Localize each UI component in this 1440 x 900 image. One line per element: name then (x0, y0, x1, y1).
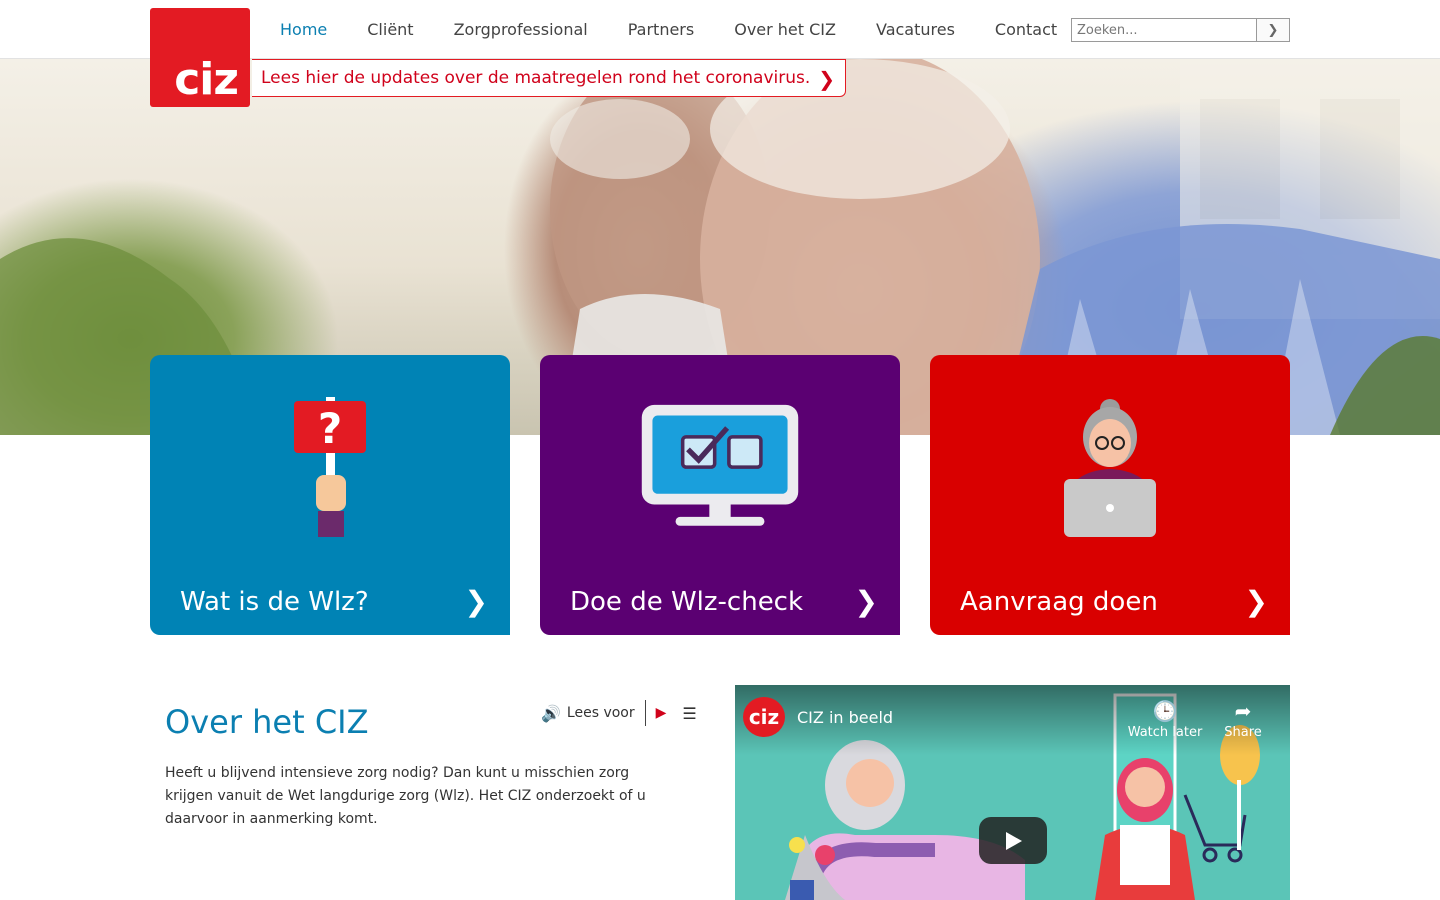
tile-label: Aanvraag doen (960, 587, 1158, 617)
chevron-right-icon: ❯ (854, 585, 878, 618)
tile-aanvraag-doen[interactable]: Aanvraag doen ❯ (930, 355, 1290, 635)
logo-text: ciz (174, 54, 239, 105)
woman-laptop-icon (1064, 399, 1156, 537)
channel-avatar[interactable]: ciz (743, 697, 785, 737)
tile-label: Wat is de Wlz? (180, 587, 369, 617)
corona-update-banner[interactable]: Lees hier de updates over de maatregelen… (252, 59, 846, 97)
nav-item-partners[interactable]: Partners (608, 20, 714, 39)
corona-banner-text: Lees hier de updates over de maatregelen… (261, 68, 811, 88)
play-icon[interactable]: ▶ (656, 705, 667, 721)
question-sign-icon: ? (294, 397, 366, 537)
search-box: ❯ (1071, 18, 1290, 42)
share-button[interactable]: ➦ Share (1213, 699, 1273, 740)
ciz-logo[interactable]: ciz (150, 8, 250, 107)
video-title[interactable]: CIZ in beeld (797, 708, 893, 727)
nav-item-zorgprofessional[interactable]: Zorgprofessional (434, 20, 608, 39)
watch-later-label: Watch later (1127, 725, 1203, 740)
search-input[interactable] (1072, 19, 1256, 41)
nav-item-client[interactable]: Cliënt (347, 20, 433, 39)
about-body-text: Heeft u blijvend intensieve zorg nodig? … (165, 765, 646, 827)
chevron-right-icon: ❯ (818, 67, 835, 91)
toolbar-divider (644, 700, 646, 726)
nav-item-vacatures[interactable]: Vacatures (856, 20, 975, 39)
video-player[interactable]: ciz CIZ in beeld 🕒 Watch later ➦ Share (735, 685, 1290, 900)
chevron-right-icon: ❯ (1244, 585, 1268, 618)
watch-later-button[interactable]: 🕒 Watch later (1125, 699, 1205, 740)
monitor-checklist-icon (641, 404, 799, 526)
nav-item-home[interactable]: Home (260, 20, 347, 39)
share-label: Share (1224, 725, 1262, 740)
svg-text:?: ? (318, 404, 342, 453)
video-play-button[interactable] (979, 817, 1047, 864)
main-nav: Home Cliënt Zorgprofessional Partners Ov… (260, 0, 1077, 59)
read-aloud-button[interactable]: Lees voor (567, 705, 635, 721)
clock-icon: 🕒 (1152, 699, 1178, 723)
about-title: Over het CIZ (165, 703, 369, 741)
chevron-right-icon: ❯ (1267, 22, 1279, 38)
search-submit-button[interactable]: ❯ (1256, 19, 1289, 41)
tile-doe-de-wlz-check[interactable]: Doe de Wlz-check ❯ (540, 355, 900, 635)
tile-wat-is-de-wlz[interactable]: ? Wat is de Wlz? ❯ (150, 355, 510, 635)
menu-icon[interactable]: ☰ (682, 704, 696, 723)
tile-label: Doe de Wlz-check (570, 587, 804, 617)
share-icon: ➦ (1234, 699, 1252, 723)
speaker-icon[interactable]: 🔊 (541, 704, 561, 723)
nav-item-over-het-ciz[interactable]: Over het CIZ (714, 20, 856, 39)
play-icon (1006, 831, 1022, 850)
chevron-right-icon: ❯ (464, 585, 488, 618)
nav-item-contact[interactable]: Contact (975, 20, 1077, 39)
read-aloud-toolbar: 🔊 Lees voor ▶ ☰ (541, 700, 697, 726)
